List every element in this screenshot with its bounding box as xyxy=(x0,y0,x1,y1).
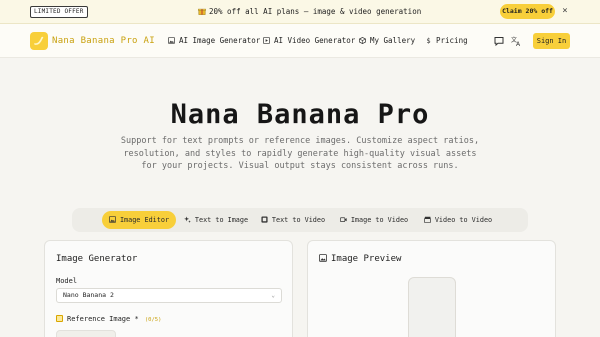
tab-label: Text to Image xyxy=(194,216,249,224)
image-icon xyxy=(109,216,116,223)
tab-image-to-video[interactable]: Image to Video xyxy=(338,211,410,229)
chat-icon[interactable] xyxy=(493,35,505,47)
sign-in-button[interactable]: Sign In xyxy=(533,33,570,49)
limited-offer-tag: LIMITED OFFER xyxy=(30,6,88,18)
page-subtitle: Support for text prompts or reference im… xyxy=(120,136,480,171)
nav-link-pricing[interactable]: $ Pricing xyxy=(425,34,468,48)
nav-link-label: AI Video Generator xyxy=(274,36,356,45)
tab-label: Image to Video xyxy=(350,216,409,224)
tab-label: Video to Video xyxy=(434,216,493,224)
image-generator-panel: Image Generator Model Nano Banana 2 ⌄ Re… xyxy=(44,240,293,337)
tab-video-to-video[interactable]: Video to Video xyxy=(422,211,494,229)
panel-title: Image Generator xyxy=(56,254,138,264)
tab-label: Image Editor xyxy=(119,216,170,224)
reference-image-icon xyxy=(56,315,63,322)
promo-text: 20% off all AI plans — image & video gen… xyxy=(209,7,422,16)
sparkle-icon xyxy=(184,216,191,223)
brand-name[interactable]: Nana Banana Pro AI xyxy=(52,34,155,48)
required-marker: * xyxy=(134,315,139,323)
svg-text:$: $ xyxy=(426,37,430,44)
preview-title-wrap: Image Preview xyxy=(319,252,401,266)
mode-tab-bar: Image Editor Text to Image Text to Video… xyxy=(72,208,528,232)
nav-link-ai-video-generator[interactable]: AI Video Generator xyxy=(263,34,355,48)
reference-image-label: Reference Image xyxy=(67,315,131,323)
page-title: Nana Banana Pro xyxy=(170,99,430,130)
panel-title: Image Preview xyxy=(331,254,402,264)
model-select-value: Nano Banana 2 xyxy=(63,291,114,299)
nav-link-label: My Gallery xyxy=(370,36,416,45)
video-icon xyxy=(263,37,270,44)
model-select[interactable]: Nano Banana 2 ⌄ xyxy=(56,288,282,303)
reference-image-label-wrap: Reference Image * (0/5) xyxy=(56,314,161,325)
dollar-icon: $ xyxy=(426,37,430,44)
reference-count: (0/5) xyxy=(144,317,162,323)
nav-link-ai-image-generator[interactable]: AI Image Generator xyxy=(168,34,260,48)
tab-text-to-video[interactable]: Text to Video xyxy=(260,211,326,229)
clapper-icon xyxy=(423,216,431,223)
tab-text-to-image[interactable]: Text to Image xyxy=(182,211,250,229)
tab-image-editor[interactable]: Image Editor xyxy=(102,211,176,229)
nav-link-label: Pricing xyxy=(436,36,468,45)
image-preview-panel: Image Preview xyxy=(307,240,556,337)
film-icon xyxy=(261,216,268,223)
model-label: Model xyxy=(56,277,78,285)
tab-label: Text to Video xyxy=(271,216,326,224)
close-icon[interactable]: × xyxy=(560,5,570,18)
reference-upload-slot[interactable] xyxy=(56,330,116,337)
top-navigation: Nana Banana Pro AI AI Image Generator AI… xyxy=(0,24,600,58)
nav-link-label: AI Image Generator xyxy=(179,36,261,45)
claim-offer-button[interactable]: Claim 20% off xyxy=(500,4,555,19)
preview-placeholder xyxy=(408,277,456,337)
image-icon xyxy=(168,37,175,44)
nav-link-my-gallery[interactable]: My Gallery xyxy=(359,34,415,48)
language-icon[interactable]: 文 A xyxy=(510,35,522,47)
gallery-icon xyxy=(359,37,366,44)
gift-icon xyxy=(198,8,206,15)
logo[interactable] xyxy=(30,32,48,50)
camera-icon xyxy=(339,217,347,222)
promo-text-wrap: 20% off all AI plans — image & video gen… xyxy=(198,6,421,18)
svg-text:A: A xyxy=(516,41,521,47)
banana-icon xyxy=(34,36,44,45)
image-icon xyxy=(319,254,327,262)
chevron-down-icon: ⌄ xyxy=(271,292,275,299)
promo-banner: LIMITED OFFER 20% off all AI plans — ima… xyxy=(0,0,600,24)
